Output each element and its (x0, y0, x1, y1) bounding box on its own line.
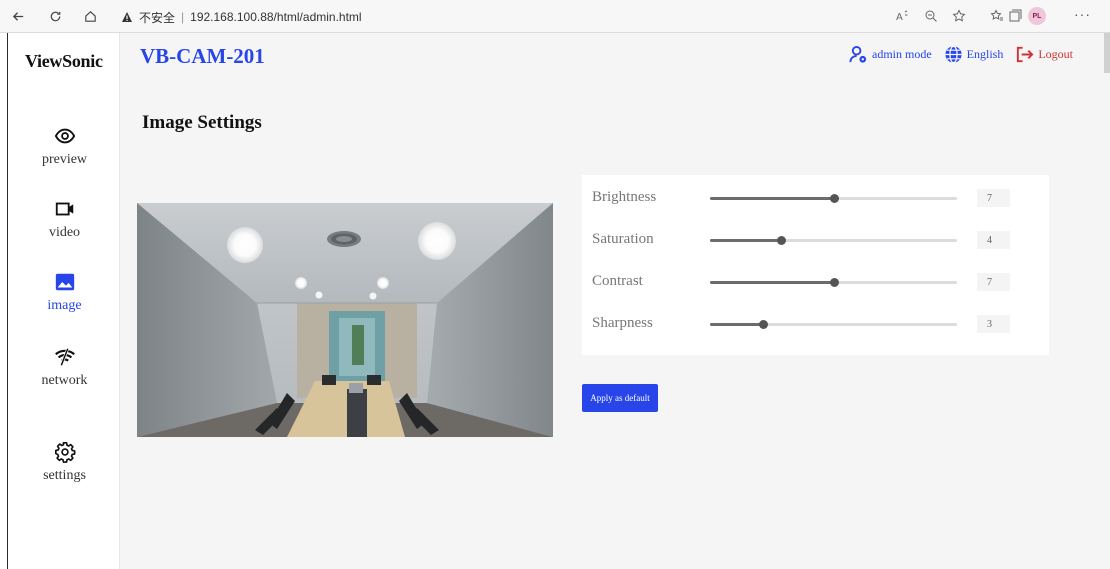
sidebar-item-label: video (48, 225, 81, 240)
header-actions: admin mode English Logout (843, 45, 1073, 64)
slider-label: Saturation (592, 231, 654, 247)
sidebar: ViewSonic preview video image network se… (9, 33, 120, 569)
image-settings-panel: Brightness 7 Saturation 4 Contrast 7 Sha… (582, 175, 1049, 355)
sidebar-item-label: image (47, 298, 82, 313)
page-title: Image Settings (142, 112, 262, 133)
add-favorite-icon[interactable] (950, 7, 968, 25)
language-button[interactable]: English (944, 45, 1004, 64)
sidebar-item-preview[interactable]: preview (9, 125, 120, 168)
slider-fill (710, 239, 781, 242)
back-icon[interactable] (8, 6, 28, 26)
admin-mode-button[interactable]: admin mode (849, 45, 932, 64)
browser-toolbar: 不安全 | 192.168.100.88/html/admin.html A P… (0, 0, 1110, 33)
address-separator: | (181, 10, 185, 24)
warning-icon (122, 12, 132, 22)
logout-icon (1017, 46, 1034, 63)
left-frame-edge (0, 33, 8, 569)
contrast-value[interactable]: 7 (977, 273, 1010, 291)
image-icon (55, 273, 74, 291)
language-label: English (966, 47, 1004, 61)
camera-name: VB-CAM-201 (140, 44, 265, 68)
collections-icon[interactable] (1006, 7, 1024, 25)
sidebar-item-image[interactable]: image (9, 271, 120, 314)
admin-mode-label: admin mode (872, 47, 932, 61)
logout-button[interactable]: Logout (1015, 45, 1073, 64)
eye-icon (54, 128, 75, 144)
apply-as-default-button[interactable]: Apply as default (582, 384, 658, 412)
home-icon[interactable] (80, 6, 100, 26)
slider-label: Brightness (592, 189, 657, 205)
more-menu-icon[interactable]: ··· (1074, 6, 1091, 22)
globe-icon (945, 45, 962, 64)
zoom-icon[interactable] (922, 7, 940, 25)
slider-label: Sharpness (592, 315, 653, 331)
scrollbar-thumb[interactable] (1104, 33, 1110, 73)
contrast-slider[interactable] (710, 278, 957, 287)
slider-row-saturation: Saturation 4 (592, 227, 1022, 253)
logout-label: Logout (1038, 47, 1073, 61)
slider-row-contrast: Contrast 7 (592, 269, 1022, 295)
url-text: 192.168.100.88/html/admin.html (190, 10, 362, 24)
insecure-label: 不安全 (139, 10, 176, 25)
wifi-off-icon (54, 348, 75, 366)
sidebar-item-network[interactable]: network (9, 346, 120, 389)
sidebar-item-label: settings (43, 468, 86, 483)
slider-fill (710, 197, 834, 200)
slider-fill (710, 323, 763, 326)
sidebar-item-label: network (41, 373, 88, 388)
sharpness-slider[interactable] (710, 320, 957, 329)
video-camera-icon (55, 202, 73, 216)
brightness-slider[interactable] (710, 194, 957, 203)
camera-preview-image (137, 203, 553, 437)
read-aloud-icon[interactable]: A (893, 7, 911, 25)
slider-row-sharpness: Sharpness 3 (592, 311, 1022, 337)
slider-fill (710, 281, 834, 284)
refresh-icon[interactable] (45, 6, 65, 26)
slider-handle[interactable] (829, 194, 839, 203)
main-content: VB-CAM-201 admin mode English Logout Ima… (120, 33, 1110, 569)
address-bar[interactable]: 不安全 | 192.168.100.88/html/admin.html (121, 8, 362, 26)
slider-handle[interactable] (758, 320, 768, 329)
slider-row-brightness: Brightness 7 (592, 185, 1022, 211)
slider-handle[interactable] (776, 236, 786, 245)
brand-logo: ViewSonic (25, 51, 103, 71)
saturation-value[interactable]: 4 (977, 231, 1010, 249)
brightness-value[interactable]: 7 (977, 189, 1010, 207)
slider-handle[interactable] (829, 278, 839, 287)
slider-label: Contrast (592, 273, 643, 289)
saturation-slider[interactable] (710, 236, 957, 245)
svg-text:A: A (896, 12, 903, 23)
profile-avatar[interactable]: PL (1028, 7, 1046, 25)
sidebar-item-label: preview (41, 152, 88, 167)
sidebar-item-settings[interactable]: settings (9, 441, 120, 484)
user-admin-icon (849, 45, 867, 63)
sharpness-value[interactable]: 3 (977, 315, 1010, 333)
gear-icon (54, 442, 75, 463)
sidebar-item-video[interactable]: video (9, 198, 120, 241)
favorites-icon[interactable] (988, 7, 1006, 25)
meeting-room-snapshot (137, 203, 553, 437)
